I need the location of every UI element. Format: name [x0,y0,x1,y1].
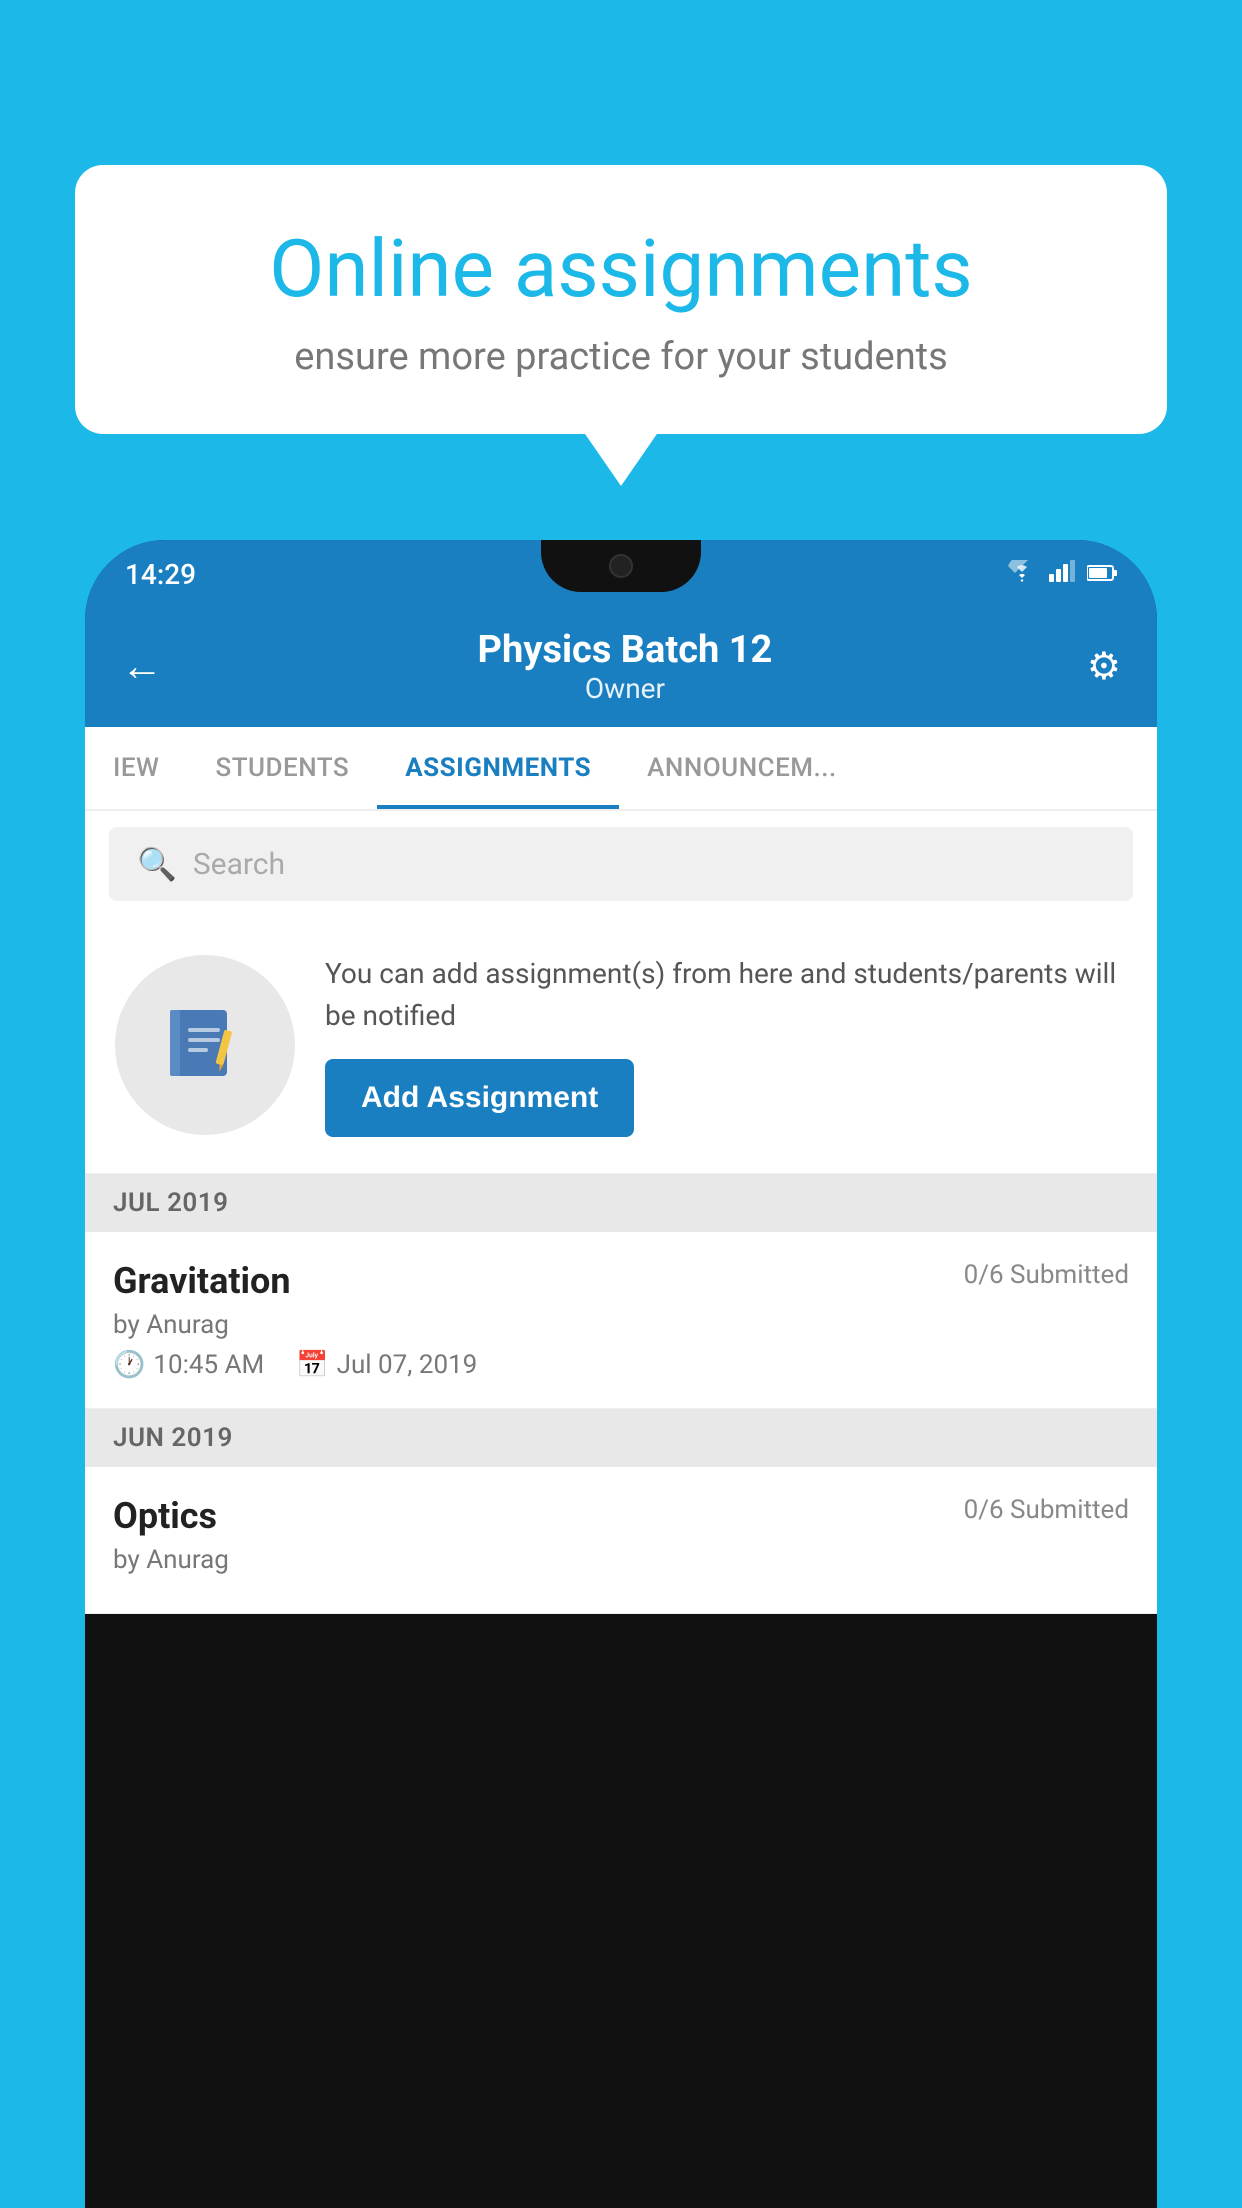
section-jul-2019: JUL 2019 [85,1174,1157,1232]
promo-icon-circle [115,955,295,1135]
assignment-name: Gravitation [113,1260,291,1302]
assignment-author: by Anurag [113,1545,1129,1575]
notch [541,540,701,592]
search-icon: 🔍 [137,845,177,883]
calendar-icon: 📅 [296,1350,328,1380]
date-meta: 📅 Jul 07, 2019 [296,1350,477,1380]
assignment-author: by Anurag [113,1310,1129,1340]
assignment-name: Optics [113,1495,217,1537]
back-button[interactable]: ← [121,642,163,691]
camera [609,554,633,578]
status-time: 14:29 [125,558,196,591]
section-jun-2019: JUN 2019 [85,1409,1157,1467]
search-container: 🔍 Search [85,811,1157,917]
search-bar[interactable]: 🔍 Search [109,827,1133,901]
clock-icon: 🕐 [113,1350,145,1380]
wifi-icon [1007,560,1037,588]
status-icons [1007,560,1117,588]
assignment-row: Optics 0/6 Submitted [113,1495,1129,1537]
phone-frame: 14:29 [85,540,1157,2208]
bubble-title: Online assignments [145,225,1097,313]
assignment-time: 10:45 AM [153,1350,264,1380]
notebook-icon [160,1000,250,1090]
assignment-meta: 🕐 10:45 AM 📅 Jul 07, 2019 [113,1350,1129,1380]
time-meta: 🕐 10:45 AM [113,1350,264,1380]
speech-bubble: Online assignments ensure more practice … [75,165,1167,434]
batch-title: Physics Batch 12 [478,628,773,672]
tab-announcements[interactable]: ANNOUNCEM... [619,727,865,809]
app-header: ← Physics Batch 12 Owner ⚙ [85,608,1157,727]
signal-icon [1049,560,1075,588]
battery-icon [1087,560,1117,588]
assignment-gravitation[interactable]: Gravitation 0/6 Submitted by Anurag 🕐 10… [85,1232,1157,1409]
promo-text: You can add assignment(s) from here and … [325,953,1127,1037]
submitted-count: 0/6 Submitted [964,1260,1129,1290]
assignment-row: Gravitation 0/6 Submitted [113,1260,1129,1302]
search-placeholder: Search [193,847,285,882]
phone-screen: 🔍 Search [85,811,1157,1614]
header-center: Physics Batch 12 Owner [478,628,773,705]
submitted-count: 0/6 Submitted [964,1495,1129,1525]
tab-assignments[interactable]: ASSIGNMENTS [377,727,619,809]
bubble-subtitle: ensure more practice for your students [145,335,1097,379]
tab-students[interactable]: STUDENTS [187,727,377,809]
promo-card: You can add assignment(s) from here and … [85,917,1157,1174]
status-bar: 14:29 [85,540,1157,608]
promo-content: You can add assignment(s) from here and … [325,953,1127,1137]
tabs-bar: IEW STUDENTS ASSIGNMENTS ANNOUNCEM... [85,727,1157,811]
assignment-date: Jul 07, 2019 [337,1350,478,1380]
add-assignment-button[interactable]: Add Assignment [325,1059,634,1137]
tab-iew[interactable]: IEW [85,727,187,809]
settings-button[interactable]: ⚙ [1087,644,1121,689]
role-label: Owner [478,672,773,705]
assignment-optics[interactable]: Optics 0/6 Submitted by Anurag [85,1467,1157,1614]
